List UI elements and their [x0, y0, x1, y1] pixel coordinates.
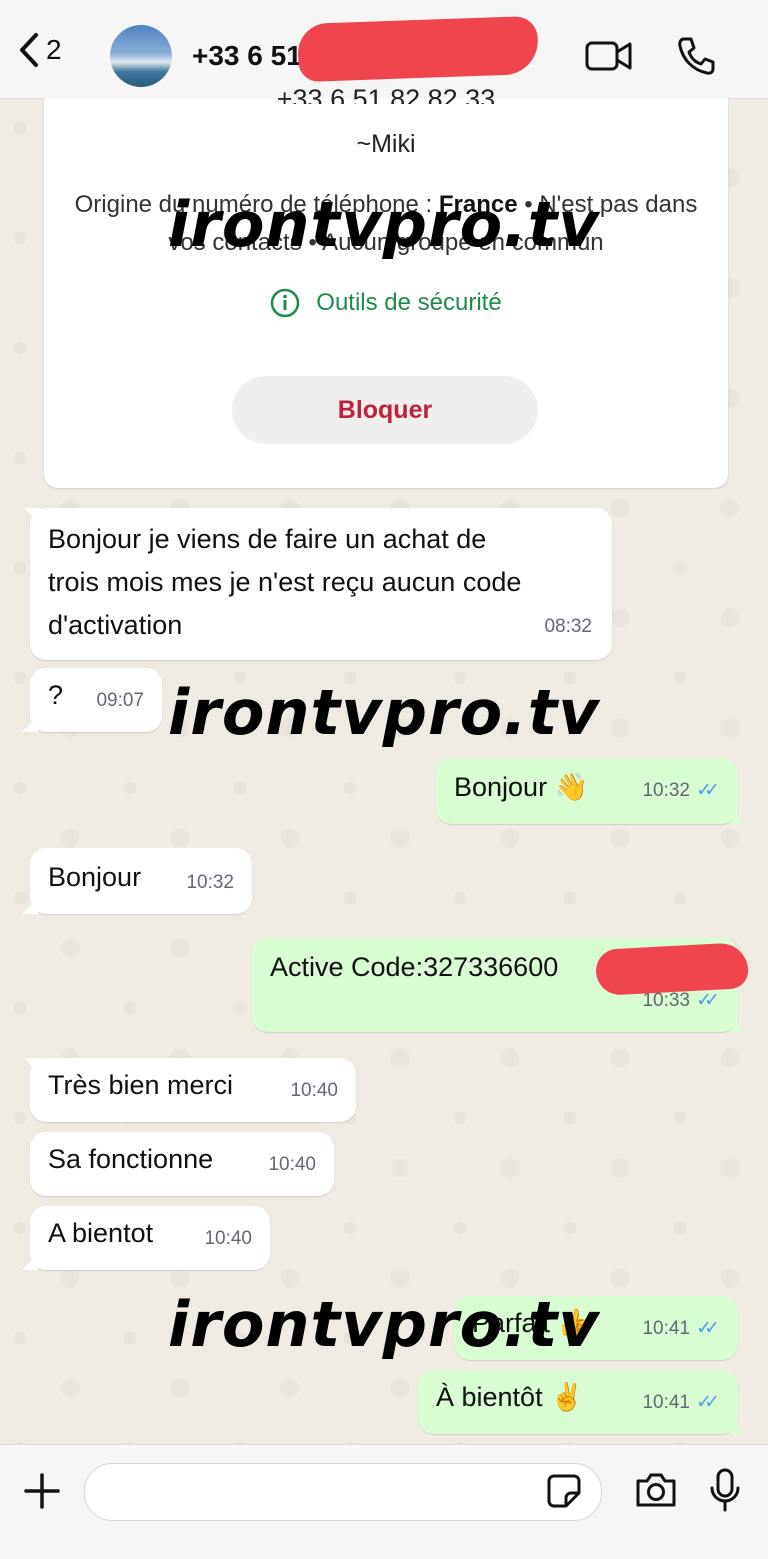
message-incoming[interactable]: ? 09:07 — [22, 668, 162, 732]
camera-icon — [636, 1473, 676, 1507]
contact-name[interactable]: +33 6 51 — [192, 40, 302, 72]
avatar[interactable] — [110, 25, 172, 87]
watermark-text: irontvpro.tv — [168, 1288, 600, 1361]
phone-icon — [678, 37, 715, 75]
plus-icon — [24, 1473, 60, 1509]
message-time: 10:40 — [290, 1080, 338, 1101]
message-input[interactable] — [84, 1463, 602, 1521]
message-time: 10:32 — [186, 872, 234, 893]
safety-tools-label: Outils de sécurité — [316, 289, 502, 316]
message-time: 08:32 — [544, 616, 592, 637]
video-camera-icon — [585, 41, 632, 71]
message-text: Bonjour — [48, 862, 142, 892]
back-button[interactable]: 2 — [18, 30, 78, 70]
sticker-button[interactable] — [546, 1473, 582, 1514]
message-time: 10:32 — [642, 780, 690, 801]
read-receipt-icon: ✓✓ — [696, 1392, 720, 1413]
message-incoming[interactable]: Très bien merci 10:40 — [24, 1058, 356, 1122]
message-incoming[interactable]: Sa fonctionne 10:40 — [30, 1132, 334, 1196]
unread-count: 2 — [46, 34, 62, 65]
redaction-mark — [594, 942, 750, 996]
message-text: Bonjour je viens de faire un achat de tr… — [48, 518, 521, 647]
contact-pushname: ~Miki — [356, 130, 416, 158]
watermark-text: irontvpro.tv — [168, 188, 600, 261]
message-incoming[interactable]: Bonjour je viens de faire un achat de tr… — [24, 508, 612, 660]
message-time: 10:41 — [642, 1392, 690, 1413]
message-line: Bonjour je viens de faire un achat de — [48, 524, 487, 554]
microphone-icon — [710, 1468, 740, 1512]
read-receipt-icon: ✓✓ — [696, 780, 720, 801]
contact-number: +33 6 51 82 82 33 — [276, 84, 496, 104]
read-receipt-icon: ✓✓ — [696, 1318, 720, 1339]
message-incoming[interactable]: Bonjour 10:32 — [22, 848, 252, 914]
message-time: 10:40 — [268, 1154, 316, 1175]
camera-button[interactable] — [634, 1471, 678, 1514]
block-button[interactable]: Bloquer — [232, 376, 538, 444]
message-time: 09:07 — [96, 690, 144, 711]
message-text: Sa fonctionne — [48, 1144, 214, 1174]
message-line: trois mois mes je n'est reçu aucun code — [48, 567, 522, 597]
redaction-mark — [297, 15, 539, 83]
safety-tools-link[interactable]: Outils de sécurité — [44, 288, 728, 318]
message-outgoing[interactable]: Bonjour 👋 10:32 ✓✓ — [436, 758, 746, 824]
message-text: A bientot — [48, 1218, 154, 1248]
message-text: À bientôt ✌️ — [436, 1382, 584, 1412]
message-incoming[interactable]: A bientot 10:40 — [22, 1206, 270, 1270]
voice-call-button[interactable] — [676, 36, 716, 81]
voice-message-button[interactable] — [708, 1467, 742, 1518]
message-time: 10:41 — [642, 1318, 690, 1339]
info-icon — [271, 288, 300, 318]
message-line: d'activation — [48, 610, 183, 640]
message-text: ? — [48, 680, 64, 710]
attach-button[interactable] — [22, 1471, 62, 1516]
message-outgoing[interactable]: À bientôt ✌️ 10:41 ✓✓ — [418, 1370, 746, 1434]
sticker-icon — [547, 1474, 581, 1508]
watermark-text: irontvpro.tv — [168, 676, 600, 749]
message-text: Très bien merci — [48, 1070, 234, 1100]
contact-info-card: +33 6 51 82 82 33 ~Miki Origine du numér… — [44, 84, 728, 488]
message-text: Bonjour 👋 — [454, 772, 589, 802]
video-call-button[interactable] — [585, 38, 633, 79]
chevron-left-icon — [20, 33, 38, 67]
message-time: 10:40 — [204, 1228, 252, 1249]
message-input-bar — [0, 1444, 768, 1559]
message-text: Active Code:327336600 — [270, 952, 559, 982]
